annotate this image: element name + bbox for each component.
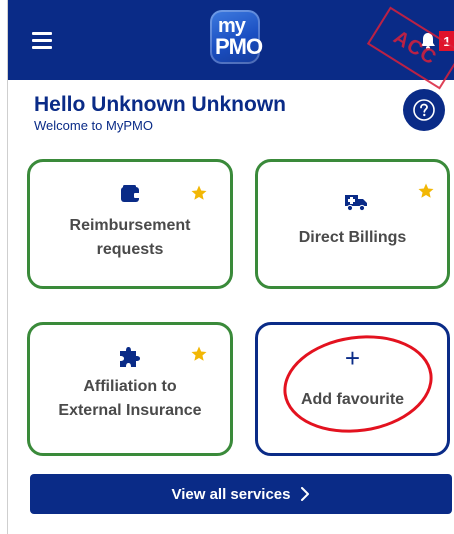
- greeting-subtitle: Welcome to MyPMO: [34, 118, 153, 133]
- service-label: Reimbursement requests: [69, 217, 191, 258]
- left-edge: [0, 0, 8, 534]
- service-label: Direct Billings: [298, 229, 407, 246]
- view-all-label: View all services: [171, 485, 291, 503]
- question-icon: [413, 99, 435, 121]
- greeting-title: Hello Unknown Unknown: [34, 93, 286, 116]
- service-card-direct-billings[interactable]: Direct Billings: [255, 159, 450, 289]
- view-all-services-button[interactable]: View all services: [30, 474, 452, 514]
- mypmo-logo[interactable]: my PMO: [210, 10, 263, 64]
- logo-text-bottom: PMO: [215, 34, 263, 59]
- service-label: Affiliation to External Insurance: [58, 378, 202, 419]
- wallet-icon: [121, 185, 140, 202]
- hamburger-menu-icon[interactable]: [32, 32, 54, 50]
- puzzle-icon: [120, 347, 140, 367]
- help-button[interactable]: [403, 89, 445, 131]
- service-card-affiliation[interactable]: Affiliation to External Insurance: [27, 322, 233, 456]
- favourite-star-icon[interactable]: [190, 345, 208, 363]
- favourite-star-icon[interactable]: [417, 182, 435, 200]
- chevron-right-icon: [301, 487, 310, 501]
- ambulance-icon: [345, 195, 367, 212]
- service-card-reimbursement[interactable]: Reimbursement requests: [27, 159, 233, 289]
- favourite-star-icon[interactable]: [190, 184, 208, 202]
